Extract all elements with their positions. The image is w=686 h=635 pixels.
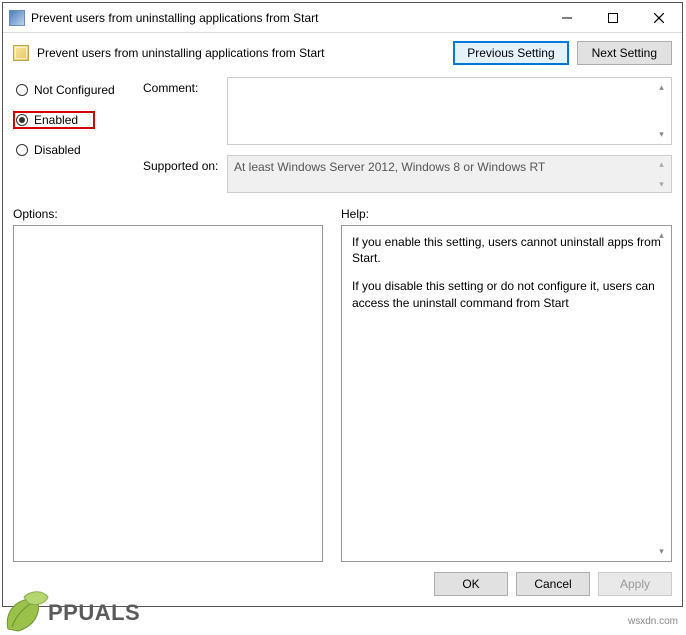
lower-panels: If you enable this setting, users cannot… xyxy=(13,225,672,562)
state-radios: Not Configured Enabled Disabled xyxy=(13,77,139,159)
content-area: Prevent users from uninstalling applicat… xyxy=(3,33,682,606)
radio-circle-icon xyxy=(16,144,28,156)
help-paragraph: If you enable this setting, users cannot… xyxy=(352,234,661,266)
radio-label: Disabled xyxy=(34,143,81,157)
previous-setting-button[interactable]: Previous Setting xyxy=(453,41,568,65)
scroll-down-icon[interactable]: ▾ xyxy=(654,127,669,142)
policy-title: Prevent users from uninstalling applicat… xyxy=(37,46,445,60)
comment-label: Comment: xyxy=(143,77,223,95)
options-label: Options: xyxy=(13,207,323,221)
header-row: Prevent users from uninstalling applicat… xyxy=(13,41,672,65)
appuals-leaf-icon xyxy=(2,591,50,635)
minimize-button[interactable] xyxy=(544,3,590,32)
radio-circle-icon xyxy=(16,84,28,96)
section-labels: Options: Help: xyxy=(13,207,672,221)
options-panel xyxy=(13,225,323,562)
watermark: wsxdn.com xyxy=(628,616,678,627)
policy-icon xyxy=(13,45,29,61)
brand-logo: PPUALS xyxy=(2,591,140,635)
supported-on-label: Supported on: xyxy=(143,155,223,173)
scroll-up-icon[interactable]: ▴ xyxy=(654,80,669,95)
radio-dot-icon xyxy=(19,117,25,123)
help-panel: If you enable this setting, users cannot… xyxy=(341,225,672,562)
ok-button[interactable]: OK xyxy=(434,572,508,596)
window-title: Prevent users from uninstalling applicat… xyxy=(31,11,544,25)
radio-disabled[interactable]: Disabled xyxy=(13,141,139,159)
close-button[interactable] xyxy=(636,3,682,32)
radio-label: Not Configured xyxy=(34,83,115,97)
brand-text: PPUALS xyxy=(48,600,140,626)
scroll-up-icon[interactable]: ▴ xyxy=(654,228,669,243)
radio-enabled[interactable]: Enabled xyxy=(13,111,95,129)
cancel-button[interactable]: Cancel xyxy=(516,572,590,596)
help-paragraph: If you disable this setting or do not co… xyxy=(352,278,661,310)
settings-grid: Not Configured Enabled Disabled Comment:… xyxy=(13,77,672,193)
radio-not-configured[interactable]: Not Configured xyxy=(13,81,139,99)
help-label: Help: xyxy=(341,207,369,221)
comment-textarea[interactable]: ▴ ▾ xyxy=(227,77,672,145)
next-setting-button[interactable]: Next Setting xyxy=(577,41,672,65)
radio-label: Enabled xyxy=(34,113,78,127)
policy-editor-window: Prevent users from uninstalling applicat… xyxy=(2,2,683,607)
scroll-down-icon[interactable]: ▾ xyxy=(654,544,669,559)
scroll-up-icon[interactable]: ▴ xyxy=(654,158,669,170)
supported-on-text: At least Windows Server 2012, Windows 8 … xyxy=(234,160,545,174)
window-controls xyxy=(544,3,682,32)
titlebar[interactable]: Prevent users from uninstalling applicat… xyxy=(3,3,682,33)
app-icon xyxy=(9,10,25,26)
apply-button[interactable]: Apply xyxy=(598,572,672,596)
radio-circle-icon xyxy=(16,114,28,126)
maximize-button[interactable] xyxy=(590,3,636,32)
scroll-down-icon[interactable]: ▾ xyxy=(654,178,669,190)
supported-on-field: At least Windows Server 2012, Windows 8 … xyxy=(227,155,672,193)
